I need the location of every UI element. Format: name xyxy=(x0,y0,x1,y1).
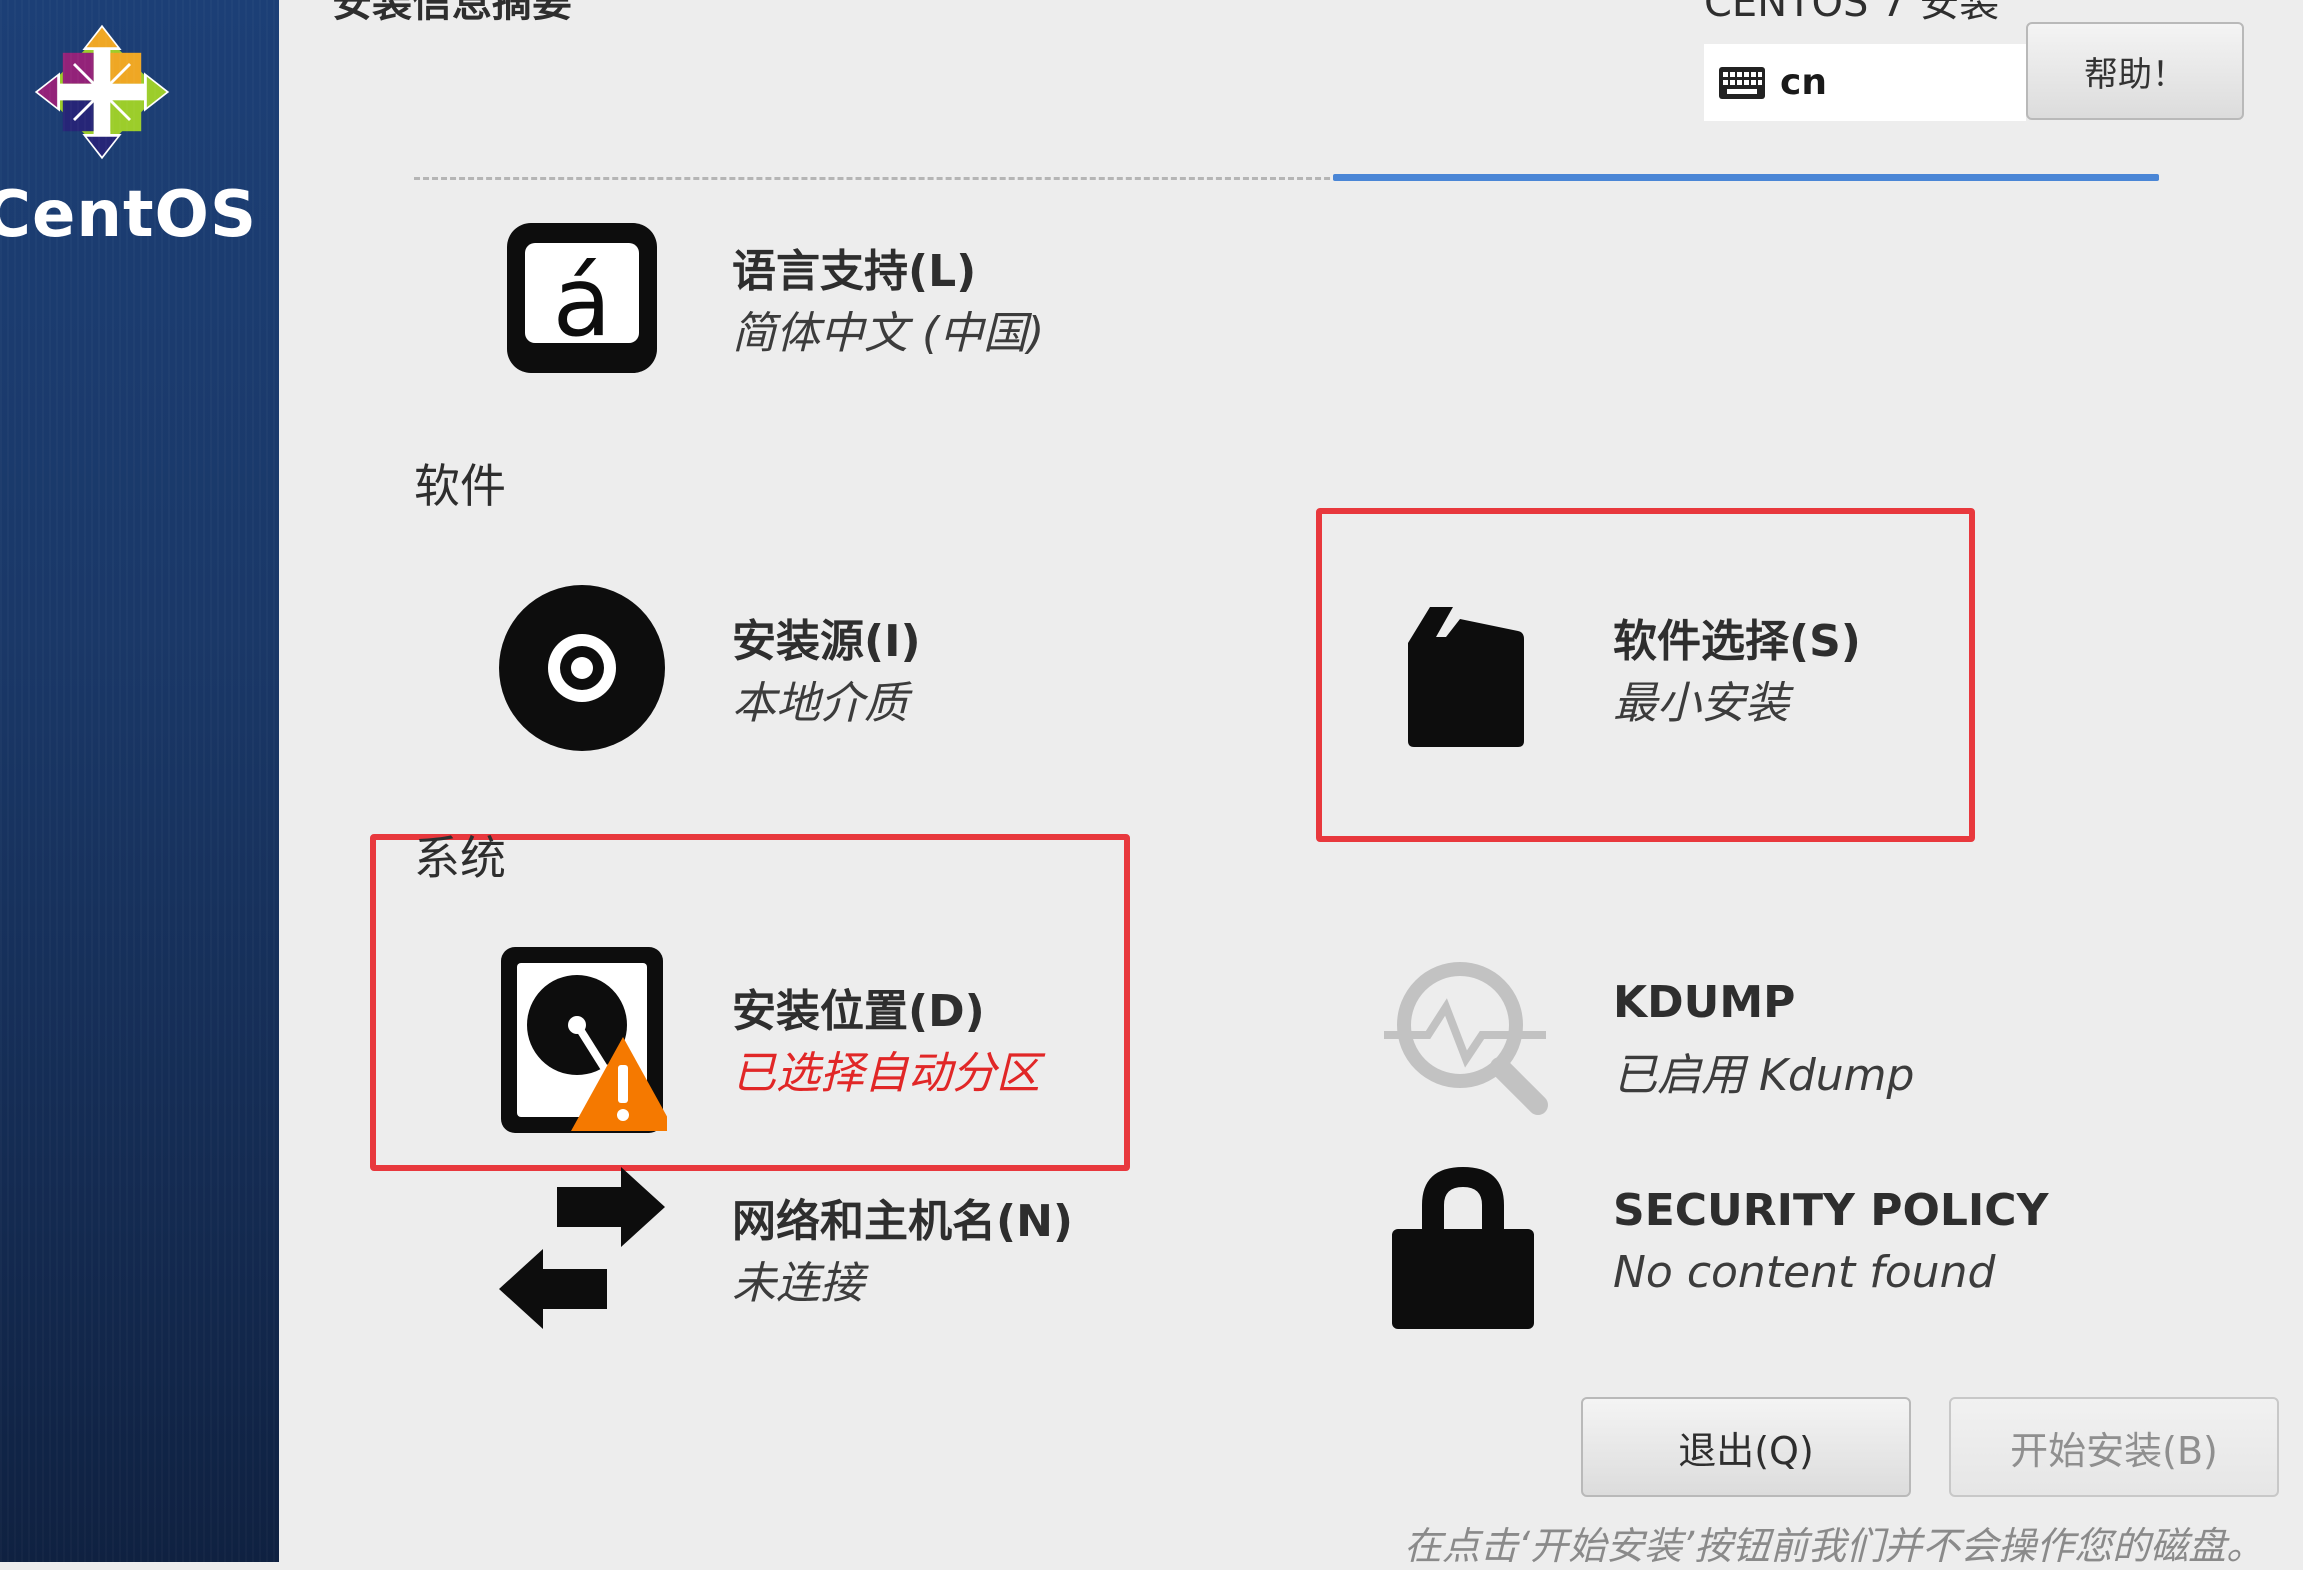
keyboard-layout-label: cn xyxy=(1780,62,1827,103)
section-title-system: 系统 xyxy=(414,831,506,885)
spoke-language-support[interactable]: á 语言支持(L) 简体中文 (中国) xyxy=(497,213,1197,383)
sidebar: CentOS xyxy=(0,0,279,1562)
spoke-status: 最小安装 xyxy=(1613,678,1789,729)
language-icon: á xyxy=(507,223,657,373)
kdump-magnifier-icon xyxy=(1384,962,1548,1115)
spoke-name: 网络和主机名(N) xyxy=(732,1196,1074,1247)
svg-text:á: á xyxy=(553,246,612,358)
spoke-status: 已启用 Kdump xyxy=(1613,1050,1915,1101)
spoke-name: 安装源(I) xyxy=(732,616,921,667)
spoke-name: 安装位置(D) xyxy=(732,986,985,1037)
spoke-status: 未连接 xyxy=(732,1258,864,1309)
spoke-name: 语言支持(L) xyxy=(732,246,977,297)
spoke-installation-destination[interactable]: 安装位置(D) 已选择自动分区 xyxy=(497,945,1097,1133)
spoke-security-policy[interactable]: SECURITY POLICY No content found xyxy=(1378,1163,2158,1333)
progress-bar xyxy=(1333,174,2159,181)
spoke-network-hostname[interactable]: 网络和主机名(N) 未连接 xyxy=(497,1163,1197,1333)
spoke-name: 软件选择(S) xyxy=(1613,616,1861,667)
spoke-name: KDUMP xyxy=(1613,977,1796,1028)
spoke-status-warning: 已选择自动分区 xyxy=(732,1048,1040,1099)
package-icon xyxy=(1408,607,1524,747)
harddisk-warning-icon xyxy=(501,947,667,1133)
section-title-software: 软件 xyxy=(414,459,506,513)
spoke-status: 简体中文 (中国) xyxy=(732,308,1045,359)
centos-logo-icon xyxy=(34,24,170,160)
keyboard-icon xyxy=(1719,66,1765,99)
help-button[interactable]: 帮助！ xyxy=(2026,22,2244,120)
spoke-name: SECURITY POLICY xyxy=(1613,1185,2049,1236)
spoke-status: No content found xyxy=(1613,1247,1996,1298)
spoke-kdump[interactable]: KDUMP 已启用 Kdump xyxy=(1378,955,2078,1125)
spoke-installation-source[interactable]: 安装源(I) 本地介质 xyxy=(497,583,1197,753)
page-title: 安装信息摘要 xyxy=(332,0,572,26)
disc-icon xyxy=(499,585,665,751)
brand-wordmark: CentOS xyxy=(0,178,258,252)
network-arrows-icon xyxy=(499,1167,665,1329)
keyboard-layout-indicator[interactable]: cn xyxy=(1704,44,2026,121)
spoke-status: 本地介质 xyxy=(732,678,908,729)
lock-icon xyxy=(1392,1167,1534,1329)
begin-installation-button[interactable]: 开始安装(B) xyxy=(1949,1397,2279,1497)
spoke-software-selection[interactable]: 软件选择(S) 最小安装 xyxy=(1378,583,1938,753)
quit-button[interactable]: 退出(Q) xyxy=(1581,1397,1911,1497)
product-title: CENTOS 7 安装 xyxy=(1704,0,2000,26)
